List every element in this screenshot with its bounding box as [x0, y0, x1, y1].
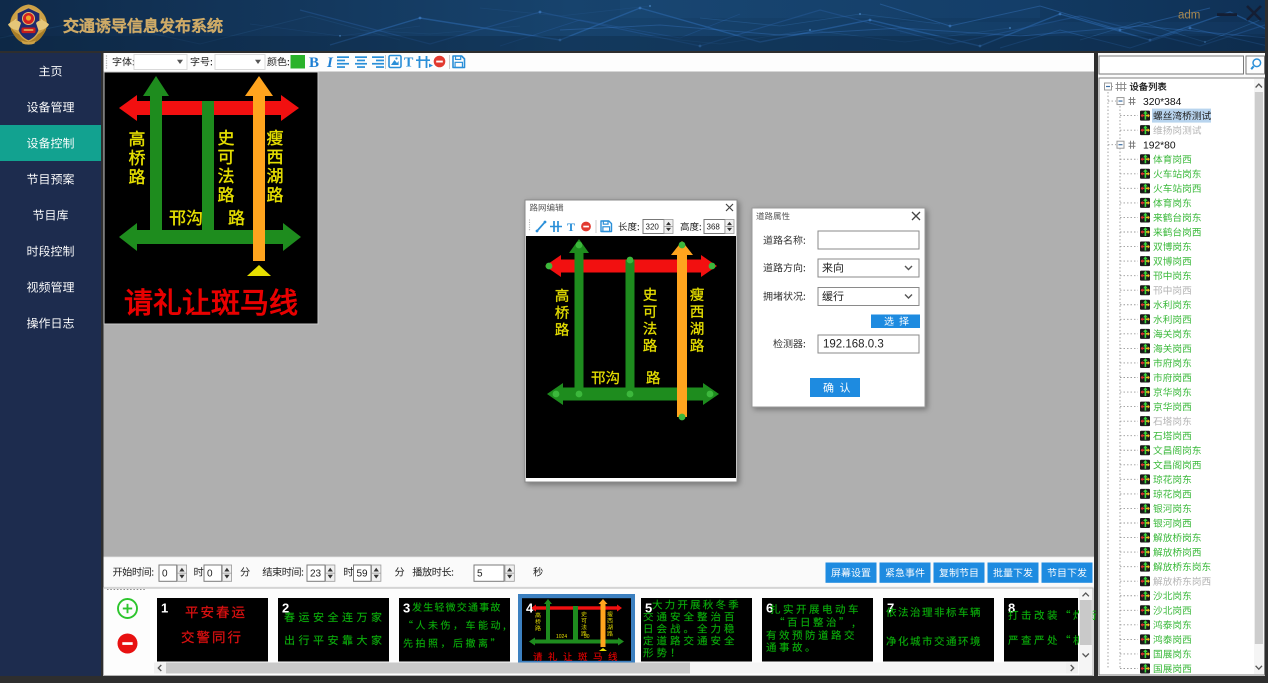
svg-text:1: 1 [161, 601, 168, 616]
svg-text:B: B [309, 55, 319, 71]
svg-text:0: 0 [207, 568, 213, 579]
svg-text:4: 4 [526, 601, 534, 616]
svg-text:T: T [567, 220, 575, 234]
svg-text:30: 30 [584, 634, 590, 640]
svg-text:192*80: 192*80 [1143, 140, 1176, 151]
svg-text:192.168.0.3: 192.168.0.3 [823, 339, 884, 351]
svg-text:8: 8 [1008, 601, 1015, 616]
svg-text:T: T [404, 56, 414, 71]
svg-text:3: 3 [403, 601, 410, 616]
svg-text:320: 320 [646, 222, 660, 231]
svg-text:59: 59 [357, 568, 369, 579]
svg-text:I: I [326, 55, 334, 71]
svg-text:adm: adm [1178, 10, 1200, 22]
svg-text:368: 368 [707, 222, 721, 231]
svg-text:5: 5 [477, 568, 483, 579]
svg-text:23: 23 [310, 568, 322, 579]
svg-text:1024: 1024 [556, 634, 567, 640]
svg-text:0: 0 [162, 568, 168, 579]
svg-text:320*384: 320*384 [1143, 97, 1182, 108]
